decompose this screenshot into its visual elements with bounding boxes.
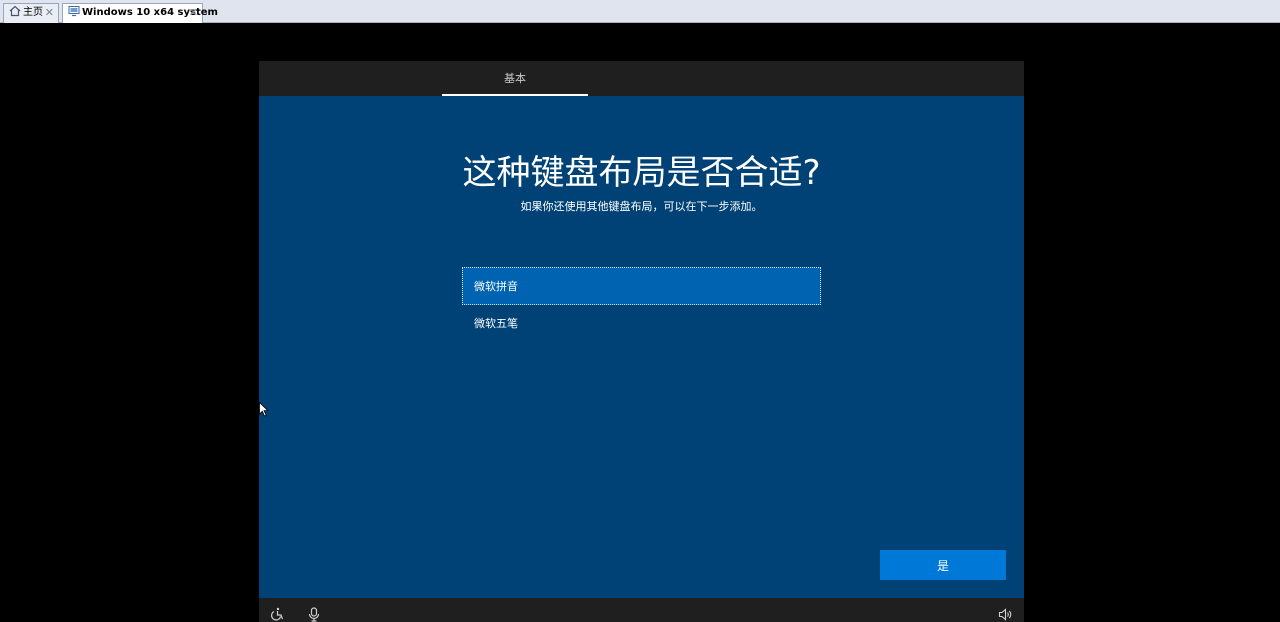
step-indicator	[442, 94, 588, 96]
vm-icon	[68, 6, 80, 17]
volume-icon[interactable]	[998, 607, 1012, 622]
oobe-header: 基本	[259, 61, 1024, 96]
oobe-footer	[259, 598, 1024, 622]
ease-of-access-icon[interactable]	[270, 607, 284, 622]
home-icon	[9, 5, 21, 17]
tab-vm[interactable]: Windows 10 x64 system ✕	[62, 3, 218, 24]
vm-display[interactable]: 基本 这种键盘布局是否合适? 如果你还使用其他键盘布局，可以在下一步添加。 微软…	[0, 23, 1280, 622]
layout-option-label: 微软五笔	[474, 317, 518, 330]
tab-home[interactable]: 主页 ✕	[3, 3, 59, 23]
close-icon[interactable]: ✕	[45, 4, 54, 22]
mouse-cursor-icon	[259, 402, 269, 417]
page-subtitle: 如果你还使用其他键盘布局，可以在下一步添加。	[520, 200, 763, 213]
close-icon[interactable]: ✕	[189, 4, 198, 22]
keyboard-layout-list: 微软拼音 微软五笔	[462, 267, 821, 343]
layout-option-wubi[interactable]: 微软五笔	[462, 305, 821, 343]
layout-option-label: 微软拼音	[474, 280, 518, 293]
oobe-window: 基本 这种键盘布局是否合适? 如果你还使用其他键盘布局，可以在下一步添加。 微软…	[259, 61, 1024, 622]
page-title: 这种键盘布局是否合适?	[462, 153, 821, 193]
vm-tab-bar: 主页 ✕ Windows 10 x64 system ✕	[0, 0, 1280, 24]
microphone-icon[interactable]	[307, 607, 321, 622]
layout-option-pinyin[interactable]: 微软拼音	[462, 267, 821, 305]
step-label: 基本	[504, 72, 526, 85]
yes-button[interactable]: 是	[880, 550, 1006, 580]
tab-home-label: 主页	[23, 7, 43, 18]
